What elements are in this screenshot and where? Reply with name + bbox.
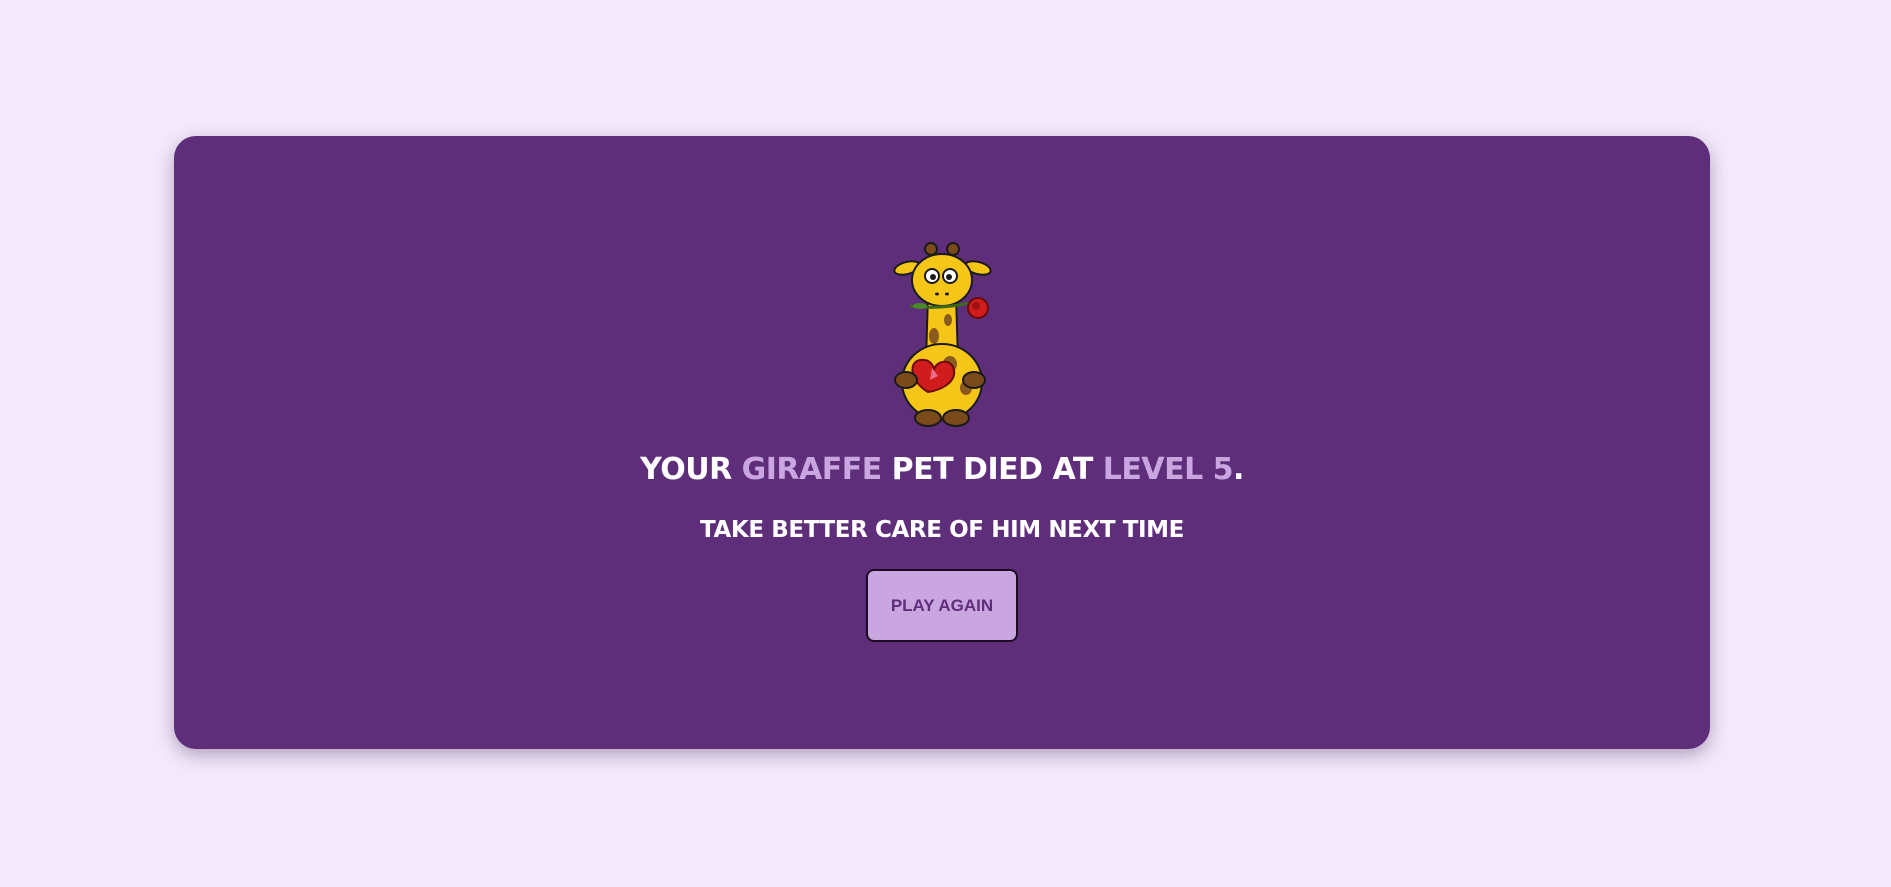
game-over-card xyxy=(174,136,1710,749)
headline-suffix: . xyxy=(1233,452,1244,487)
headline-middle: PET DIED AT xyxy=(881,452,1103,487)
giraffe-pet-icon xyxy=(893,242,992,427)
game-over-headline: YOUR GIRAFFE PET DIED AT LEVEL 5. xyxy=(174,448,1710,492)
headline-prefix: YOUR xyxy=(640,452,742,487)
level-reached: LEVEL 5 xyxy=(1102,452,1234,487)
play-again-button[interactable]: PLAY AGAIN xyxy=(866,569,1018,642)
game-over-subline: TAKE BETTER CARE OF HIM NEXT TIME xyxy=(700,517,1184,543)
pet-type: GIRAFFE xyxy=(741,452,883,487)
